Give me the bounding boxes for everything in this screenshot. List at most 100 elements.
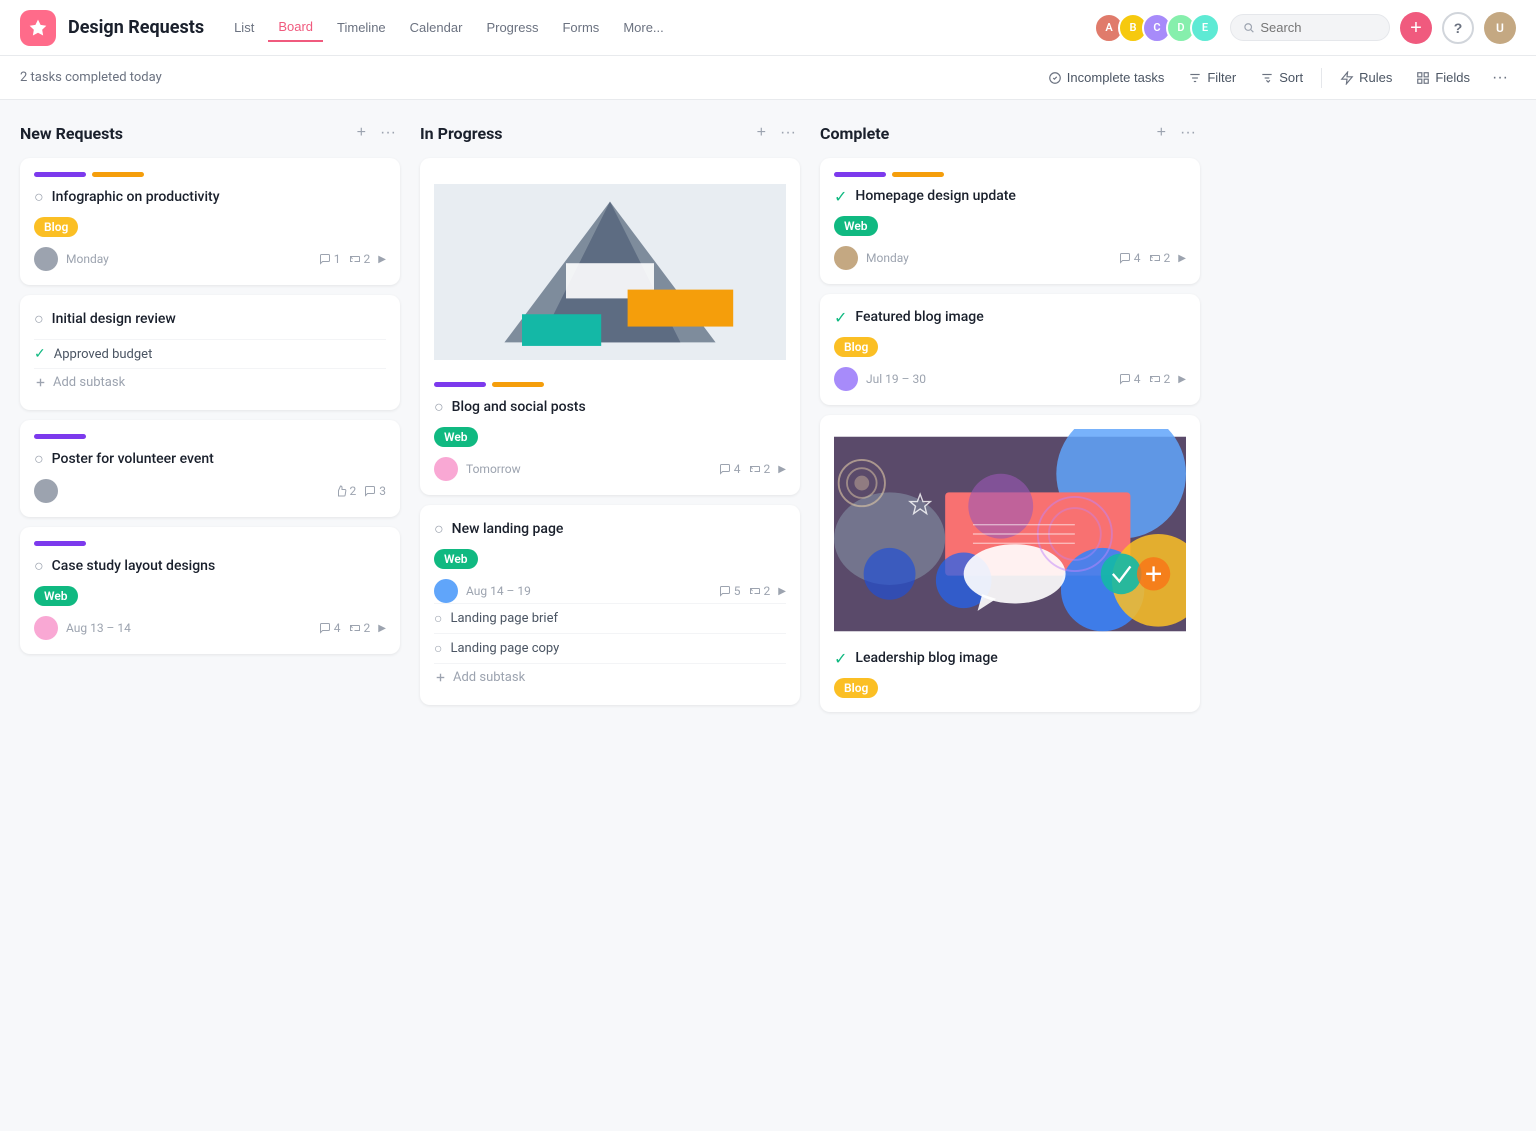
incomplete-tasks-button[interactable]: Incomplete tasks bbox=[1038, 65, 1175, 90]
card-footer-blog: Tomorrow 4 2 ▶ bbox=[434, 457, 786, 481]
column-add-complete[interactable]: + bbox=[1153, 120, 1170, 146]
meta-chevron-case: ▶ bbox=[378, 623, 386, 634]
tag-purple bbox=[434, 382, 486, 387]
card-tags bbox=[34, 172, 386, 177]
tab-calendar[interactable]: Calendar bbox=[400, 14, 473, 41]
column-header-complete: Complete + ··· bbox=[820, 120, 1200, 146]
card-title-featured: Featured blog image bbox=[855, 308, 983, 326]
card-meta: 1 2 ▶ bbox=[319, 252, 386, 266]
column-more-in-progress[interactable]: ··· bbox=[776, 120, 800, 146]
meta-comments-featured: 4 bbox=[1119, 372, 1141, 386]
subtask-circle-icon2: ○ bbox=[434, 640, 442, 657]
column-more-new-requests[interactable]: ··· bbox=[376, 120, 400, 146]
user-avatar[interactable]: U bbox=[1484, 12, 1516, 44]
add-subtask-landing-btn[interactable]: Add subtask bbox=[434, 663, 786, 691]
card-meta-case: 4 2 ▶ bbox=[319, 621, 386, 635]
card-meta-blog: 4 2 ▶ bbox=[719, 462, 786, 476]
card-poster: ○ Poster for volunteer event 2 3 bbox=[20, 420, 400, 517]
card-meta-homepage: 4 2 ▶ bbox=[1119, 251, 1186, 265]
subtask-approved-budget: ✓ Approved budget bbox=[34, 339, 386, 368]
column-actions-in-progress: + ··· bbox=[753, 120, 800, 146]
search-bar[interactable] bbox=[1230, 14, 1390, 41]
task-circle-icon: ○ bbox=[434, 397, 444, 417]
tag-purple bbox=[834, 172, 886, 177]
column-actions-new-requests: + ··· bbox=[353, 120, 400, 146]
card-title-homepage: Homepage design update bbox=[855, 187, 1016, 205]
add-subtask-landing-label: Add subtask bbox=[453, 670, 525, 685]
task-complete-icon-featured: ✓ bbox=[834, 308, 847, 327]
badge-web-case: Web bbox=[34, 586, 78, 606]
card-infographic: ○ Infographic on productivity Blog Monda… bbox=[20, 158, 400, 285]
card-title-initial: Initial design review bbox=[52, 310, 176, 328]
fields-label: Fields bbox=[1435, 70, 1470, 85]
rules-label: Rules bbox=[1359, 70, 1392, 85]
card-title-row-blog: ○ Blog and social posts bbox=[434, 397, 786, 417]
sort-label: Sort bbox=[1279, 70, 1303, 85]
column-more-complete[interactable]: ··· bbox=[1176, 120, 1200, 146]
meta-chevron: ▶ bbox=[378, 254, 386, 265]
card-homepage: ✓ Homepage design update Web Monday 4 2 … bbox=[820, 158, 1200, 284]
avatar-landing bbox=[434, 579, 458, 603]
avatar-5[interactable]: E bbox=[1190, 13, 1220, 43]
subtask-check-icon: ✓ bbox=[34, 346, 46, 362]
add-button[interactable]: + bbox=[1400, 12, 1432, 44]
column-complete: Complete + ··· ✓ Homepage design update … bbox=[820, 120, 1200, 722]
search-input[interactable] bbox=[1260, 20, 1377, 35]
column-header-in-progress: In Progress + ··· bbox=[420, 120, 800, 146]
meta-comments-landing: 5 bbox=[719, 584, 741, 598]
tab-forms[interactable]: Forms bbox=[552, 14, 609, 41]
sort-button[interactable]: Sort bbox=[1250, 65, 1313, 90]
meta-comments: 1 bbox=[319, 252, 341, 266]
tab-progress[interactable]: Progress bbox=[476, 14, 548, 41]
meta-chevron-blog: ▶ bbox=[778, 464, 786, 475]
column-title-complete: Complete bbox=[820, 124, 1153, 143]
card-tags-case bbox=[34, 541, 386, 546]
help-button[interactable]: ? bbox=[1442, 12, 1474, 44]
tab-board[interactable]: Board bbox=[268, 13, 323, 42]
card-title-row-poster: ○ Poster for volunteer event bbox=[34, 449, 386, 469]
card-tags-poster bbox=[34, 434, 386, 439]
toolbar: 2 tasks completed today Incomplete tasks… bbox=[0, 56, 1536, 100]
tab-timeline[interactable]: Timeline bbox=[327, 14, 396, 41]
card-title-poster: Poster for volunteer event bbox=[52, 450, 214, 468]
toolbar-more-button[interactable]: ··· bbox=[1484, 64, 1516, 92]
task-complete-icon: ✓ bbox=[834, 187, 847, 206]
filter-button[interactable]: Filter bbox=[1178, 65, 1246, 90]
card-title-row-landing: ○ New landing page bbox=[434, 519, 786, 539]
card-tags-blog bbox=[434, 382, 786, 387]
card-date-featured: Jul 19 – 30 bbox=[866, 372, 1111, 386]
card-leadership: ✓ Leadership blog image Blog bbox=[820, 415, 1200, 712]
rules-button[interactable]: Rules bbox=[1330, 65, 1402, 90]
avatar-poster bbox=[34, 479, 58, 503]
card-footer-poster: 2 3 bbox=[34, 479, 386, 503]
card-date: Monday bbox=[66, 252, 311, 266]
meta-subtasks-homepage: 2 bbox=[1149, 251, 1171, 265]
card-title-row-featured: ✓ Featured blog image bbox=[834, 308, 1186, 327]
card-date-case: Aug 13 – 14 bbox=[66, 621, 311, 635]
subtask-landing-brief: ○ Landing page brief bbox=[434, 603, 786, 633]
column-add-new-requests[interactable]: + bbox=[353, 120, 370, 146]
badge-web-homepage: Web bbox=[834, 216, 878, 236]
column-add-in-progress[interactable]: + bbox=[753, 120, 770, 146]
toolbar-divider bbox=[1321, 68, 1322, 88]
add-subtask-btn[interactable]: Add subtask bbox=[34, 368, 386, 396]
card-footer-homepage: Monday 4 2 ▶ bbox=[834, 246, 1186, 270]
card-footer: Monday 1 2 ▶ bbox=[34, 247, 386, 271]
tab-list[interactable]: List bbox=[224, 14, 264, 41]
tab-more[interactable]: More... bbox=[613, 14, 673, 41]
card-case-study: ○ Case study layout designs Web Aug 13 –… bbox=[20, 527, 400, 654]
toolbar-right: Incomplete tasks Filter Sort Rules Field… bbox=[1038, 64, 1516, 92]
meta-chevron-homepage: ▶ bbox=[1178, 253, 1186, 264]
avatar-blog bbox=[434, 457, 458, 481]
card-title-row-leadership: ✓ Leadership blog image bbox=[834, 649, 1186, 668]
app-icon bbox=[20, 10, 56, 46]
subtask-label: Approved budget bbox=[54, 347, 153, 362]
add-subtask-label: Add subtask bbox=[53, 375, 125, 390]
fields-button[interactable]: Fields bbox=[1406, 65, 1480, 90]
team-avatars: A B C D E bbox=[1094, 13, 1220, 43]
avatar-infographic bbox=[34, 247, 58, 271]
card-title-row: ○ Infographic on productivity bbox=[34, 187, 386, 207]
avatar-homepage bbox=[834, 246, 858, 270]
card-image-mountain bbox=[434, 172, 786, 372]
card-blog-social: ○ Blog and social posts Web Tomorrow 4 2… bbox=[420, 158, 800, 495]
